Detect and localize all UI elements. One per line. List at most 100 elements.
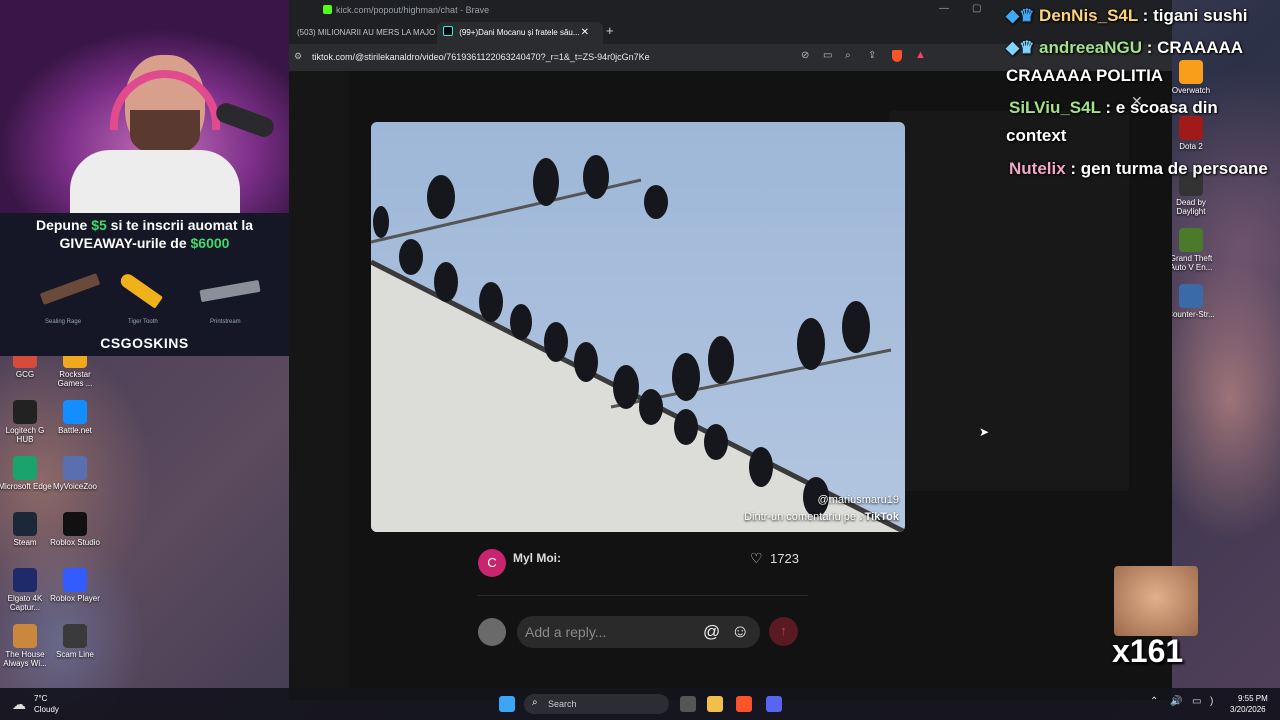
ad-text: si te inscrii auomat la <box>106 217 254 233</box>
discord-icon[interactable] <box>766 696 782 712</box>
tab-tiktok-active[interactable]: (99+)Dani Mocanu și fratele său... ✕ <box>437 22 603 44</box>
chat-text: e scoasa din <box>1115 98 1218 117</box>
comment-avatar[interactable]: C <box>478 549 506 577</box>
file-explorer-icon[interactable] <box>707 696 723 712</box>
speaker-icon[interactable]: 🔊 <box>1170 696 1182 707</box>
desktop-icon-scam-line[interactable]: Scam Line <box>47 624 103 659</box>
close-tab-icon[interactable]: ✕ <box>581 22 589 44</box>
desktop-icon-label: Overwatch <box>1171 86 1211 95</box>
brave-rewards-icon[interactable]: ▲ <box>915 49 926 61</box>
volume-icon[interactable]: ) <box>1210 696 1213 707</box>
tab-youtube[interactable]: (503) MILIONARII AU MERS LA MAJO <box>291 22 441 44</box>
minimize-button[interactable]: — <box>939 3 949 14</box>
chat-separator: : <box>1065 159 1081 178</box>
desktop-icon-label: MyVoiceZoo <box>52 482 98 491</box>
watermark-caption: Dintr-un comentariu pe <box>744 511 856 523</box>
desktop-icon-steam[interactable]: Steam <box>0 512 53 547</box>
app-icon <box>13 400 37 424</box>
brave-browser-icon[interactable] <box>736 696 752 712</box>
kick-favicon-icon <box>323 5 332 14</box>
maximize-button[interactable]: ▢ <box>972 3 981 14</box>
desktop-icon-battle-net[interactable]: Battle.net <box>47 400 103 435</box>
ad-line-2: GIVEAWAY-urile de $6000 <box>0 235 289 251</box>
desktop-icon-logitech-g-hub[interactable]: Logitech G HUB <box>0 400 53 444</box>
send-button[interactable]: ↑ <box>769 617 798 646</box>
tiktok-favicon-icon <box>443 26 453 36</box>
emoji-icon[interactable]: ☺ <box>731 621 749 642</box>
taskbar-search[interactable]: ⌕ Search <box>524 694 669 714</box>
chat-message: ◆♛ DenNis_S4L : tigani sushi <box>1006 6 1248 26</box>
clock-date[interactable]: 3/20/2026 <box>1230 705 1266 714</box>
start-windows-icon[interactable] <box>499 696 515 712</box>
url-field[interactable]: tiktok.com/@stirilekanaldro/video/761936… <box>312 52 650 62</box>
site-info-icon[interactable]: ⚙ <box>294 51 302 62</box>
chat-message: ◆♛ andreeaNGU : CRAAAAA <box>1006 38 1243 58</box>
desktop-icon-label: GCG <box>15 370 35 379</box>
ad-amount: $5 <box>91 217 107 233</box>
desktop-icon-label: Roblox Studio <box>50 538 100 547</box>
ad-amount: $6000 <box>190 235 230 251</box>
desktop-icon-the-house-always-wi[interactable]: The House Always Wi... <box>0 624 53 668</box>
mention-icon[interactable]: @ <box>703 622 720 642</box>
weather-cloud-icon: ☁ <box>12 696 26 712</box>
app-icon <box>63 400 87 424</box>
desktop-icon-elgato-4k-captur[interactable]: Elgato 4K Captur... <box>0 568 53 612</box>
chat-separator: : <box>1100 98 1116 117</box>
reply-input[interactable]: Add a reply... <box>525 624 606 640</box>
desktop-icon-label: Rockstar Games ... <box>57 370 93 388</box>
desktop-icon-roblox-player[interactable]: Roblox Player <box>47 568 103 603</box>
chat-message: SiLViu_S4L : e scoasa din <box>1009 98 1218 118</box>
app-icon <box>63 512 87 536</box>
chat-separator: : <box>1142 38 1158 57</box>
weather-temp: 7°C <box>34 694 48 703</box>
network-icon[interactable]: ▭ <box>1192 696 1201 707</box>
tray-chevron-icon[interactable]: ⌃ <box>1150 696 1158 707</box>
desktop-icon-label: Dota 2 <box>1179 142 1203 151</box>
chat-message: context <box>1006 126 1066 146</box>
chat-username: DenNis_S4L <box>1039 6 1138 25</box>
app-icon <box>13 624 37 648</box>
ad-text: Depune <box>35 217 92 233</box>
chat-message: CRAAAAA POLITIA <box>1006 66 1163 86</box>
cast-icon[interactable]: ▭ <box>823 50 832 61</box>
skin-rifle-right <box>199 279 261 303</box>
streamer-shirt <box>70 150 240 213</box>
desktop-icon-microsoft-edge[interactable]: Microsoft Edge <box>0 456 53 491</box>
tab-label: (99+)Dani Mocanu și fratele său... <box>459 28 580 37</box>
desktop-icon-label: Dead by Daylight <box>1176 198 1206 216</box>
window-title: kick.com/popout/highman/chat - Brave <box>336 5 490 15</box>
ad-brand: CSGOSKINS <box>100 335 189 351</box>
comment-author[interactable]: Myl Moi: <box>513 551 561 565</box>
desktop-icon-label: Microsoft Edge <box>0 482 52 491</box>
task-view-icon[interactable] <box>680 696 696 712</box>
weather-condition: Cloudy <box>34 705 59 714</box>
no-camera-icon[interactable]: ⊘ <box>801 50 809 61</box>
desktop-icon-roblox-studio[interactable]: Roblox Studio <box>47 512 103 547</box>
desktop-icon-label: Logitech G HUB <box>5 426 45 444</box>
share-icon[interactable]: ⇪ <box>868 50 876 61</box>
chat-text: CRAAAAA <box>1157 38 1244 57</box>
search-icon: ⌕ <box>532 697 538 708</box>
new-tab-button[interactable]: + <box>606 23 614 38</box>
skin-knife-center <box>118 271 163 309</box>
chat-username: andreeaNGU <box>1039 38 1143 57</box>
like-heart-icon[interactable]: ♡ <box>750 550 763 567</box>
desktop-icon-label: Grand Theft Auto V En... <box>1169 254 1213 272</box>
search-placeholder: Search <box>548 699 577 709</box>
crows-video[interactable] <box>371 122 905 532</box>
desktop-icon-myvoicezoo[interactable]: MyVoiceZoo <box>47 456 103 491</box>
app-icon <box>63 568 87 592</box>
zoom-icon[interactable]: ⌕ <box>845 50 851 61</box>
ad-text: GIVEAWAY-urile de <box>59 235 191 251</box>
app-icon <box>1179 60 1203 84</box>
skin-label: Printstream <box>210 319 241 325</box>
brave-shield-icon[interactable] <box>892 50 902 62</box>
clock-time[interactable]: 9:55 PM <box>1238 694 1268 703</box>
video-watermark: @mariusmaru19 Dintr-un comentariu pe ♪Ti… <box>709 494 899 523</box>
divider <box>478 595 808 596</box>
desktop-icon-label: Battle.net <box>58 426 92 435</box>
desktop-icon-label: Steam <box>13 538 37 547</box>
app-icon <box>13 456 37 480</box>
skin-rifle-left <box>39 273 101 305</box>
watermark-brand: TikTok <box>864 511 899 523</box>
